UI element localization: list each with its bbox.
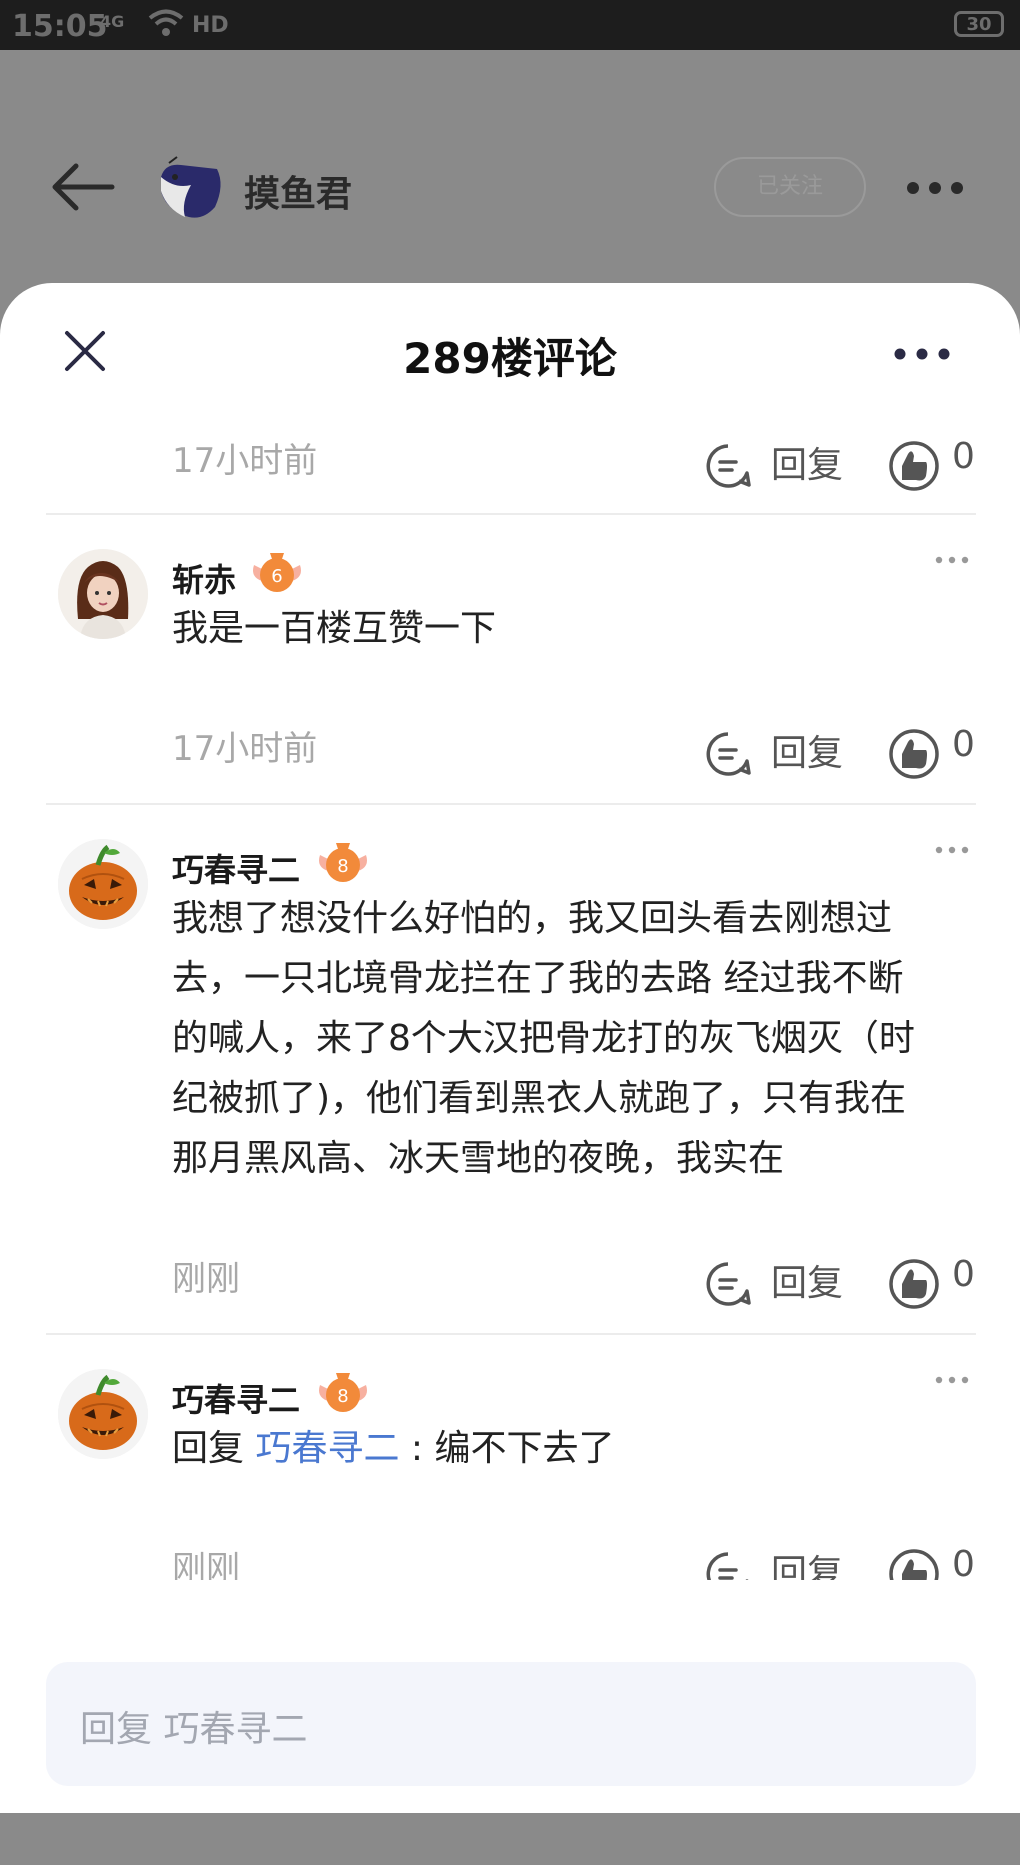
network-indicator: 4G bbox=[100, 12, 125, 31]
like-count: 0 bbox=[952, 1254, 975, 1295]
level-badge-icon: 8 bbox=[319, 1373, 367, 1412]
back-arrow-icon[interactable] bbox=[50, 162, 116, 212]
wifi-icon bbox=[148, 9, 184, 36]
like-icon[interactable] bbox=[888, 1258, 940, 1310]
reply-prefix: 回复 bbox=[172, 1428, 256, 1469]
reply-icon[interactable] bbox=[705, 1551, 751, 1580]
author-name[interactable]: 摸鱼君 bbox=[244, 165, 352, 217]
comment-more-icon[interactable] bbox=[934, 555, 970, 565]
comments-sheet: 289楼评论 17小时前 回复 0 斩赤 6 我是一百楼互赞一下 17小时前 回… bbox=[0, 283, 1020, 1813]
divider bbox=[46, 1333, 976, 1335]
like-icon[interactable] bbox=[888, 440, 940, 492]
svg-text:8: 8 bbox=[337, 856, 348, 877]
comment-text: 回复 巧春寻二 : 编不下去了 bbox=[172, 1419, 972, 1479]
comment-text-line: 的喊人，来了8个大汉把骨龙打的灰飞烟灭（时 bbox=[172, 1018, 915, 1059]
sheet-more-icon[interactable] bbox=[892, 344, 952, 364]
level-badge-icon: 6 bbox=[253, 553, 301, 592]
username[interactable]: 斩赤 bbox=[172, 555, 236, 601]
avatar[interactable] bbox=[58, 549, 148, 639]
reply-input-placeholder: 回复 巧春寻二 bbox=[80, 1709, 308, 1750]
comment-time: 17小时前 bbox=[172, 729, 318, 769]
comment-text-line: 我想了想没什么好怕的，我又回头看去刚想过 bbox=[172, 898, 893, 939]
avatar[interactable] bbox=[58, 839, 148, 929]
comment-time: 刚刚 bbox=[172, 1259, 240, 1299]
username[interactable]: 巧春寻二 bbox=[172, 845, 300, 891]
status-time: 15:05 bbox=[12, 9, 108, 44]
comment-time: 刚刚 bbox=[172, 1549, 240, 1580]
comment-text-line: 纪被抓了)，他们看到黑衣人就跑了，只有我在 bbox=[172, 1078, 907, 1119]
reply-icon[interactable] bbox=[705, 731, 751, 777]
like-count: 0 bbox=[952, 1544, 975, 1580]
comment-text-line: 那月黑风高、冰天雪地的夜晚，我实在 bbox=[172, 1138, 785, 1179]
reply-input[interactable]: 回复 巧春寻二 bbox=[46, 1662, 976, 1786]
divider bbox=[46, 803, 976, 805]
comment-time: 17小时前 bbox=[172, 441, 318, 481]
battery-icon: 30 bbox=[954, 11, 1004, 37]
level-badge-icon: 8 bbox=[319, 843, 367, 882]
status-bar: 15:05 4G HD 30 bbox=[0, 0, 1020, 50]
like-icon[interactable] bbox=[888, 728, 940, 780]
reply-icon[interactable] bbox=[705, 443, 751, 489]
like-icon[interactable] bbox=[888, 1548, 940, 1580]
reply-button[interactable]: 回复 bbox=[771, 724, 843, 776]
divider bbox=[46, 513, 976, 515]
reply-button[interactable]: 回复 bbox=[771, 436, 843, 488]
reply-button[interactable]: 回复 bbox=[771, 1254, 843, 1306]
username[interactable]: 巧春寻二 bbox=[172, 1375, 300, 1421]
follow-button[interactable]: 已关注 bbox=[714, 157, 866, 217]
author-avatar[interactable] bbox=[155, 155, 227, 227]
header-more-icon[interactable] bbox=[905, 178, 965, 198]
like-count: 0 bbox=[952, 724, 975, 765]
reply-button[interactable]: 回复 bbox=[771, 1544, 843, 1580]
hd-indicator: HD bbox=[192, 13, 229, 38]
mention-link[interactable]: 巧春寻二 bbox=[255, 1428, 399, 1469]
sheet-title: 289楼评论 bbox=[403, 334, 617, 383]
reply-icon[interactable] bbox=[705, 1261, 751, 1307]
comment-list[interactable]: 17小时前 回复 0 斩赤 6 我是一百楼互赞一下 17小时前 回复 0 巧春寻… bbox=[0, 403, 1020, 1865]
avatar[interactable] bbox=[58, 1369, 148, 1459]
comment-text: 我想了想没什么好怕的，我又回头看去刚想过 去，一只北境骨龙拦在了我的去路 经过我… bbox=[172, 889, 972, 1189]
comment-more-icon[interactable] bbox=[934, 1375, 970, 1385]
comment-more-icon[interactable] bbox=[934, 845, 970, 855]
svg-text:6: 6 bbox=[271, 566, 282, 587]
comment-text: 我是一百楼互赞一下 bbox=[172, 608, 497, 649]
post-header bbox=[0, 50, 1020, 290]
comment-text-line: 去，一只北境骨龙拦在了我的去路 经过我不断 bbox=[172, 958, 904, 999]
svg-text:8: 8 bbox=[337, 1386, 348, 1407]
like-count: 0 bbox=[952, 436, 975, 477]
reply-text: : 编不下去了 bbox=[399, 1428, 615, 1469]
